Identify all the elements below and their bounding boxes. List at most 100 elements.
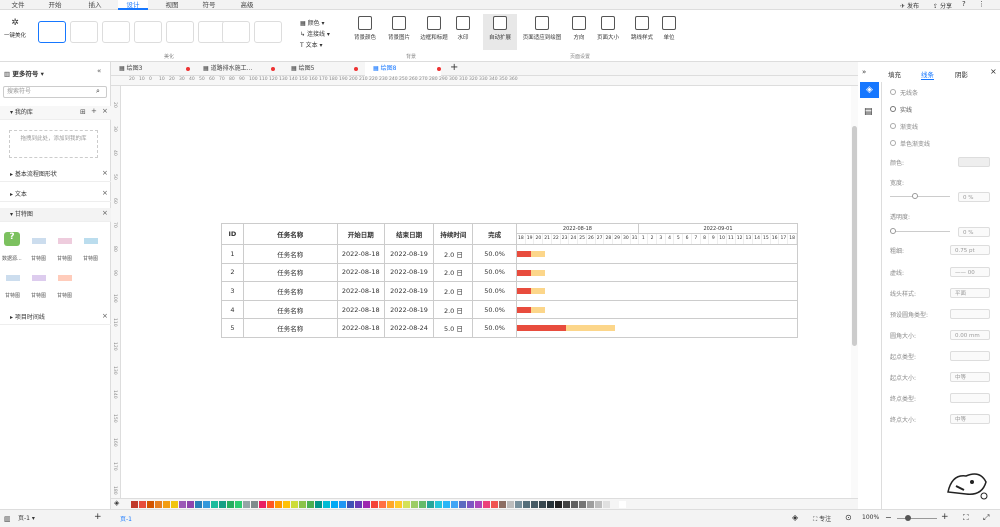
theme-4[interactable] bbox=[134, 21, 162, 43]
close-icon[interactable]: × bbox=[102, 169, 108, 177]
table-row[interactable]: 3 任务名称 2022-08-18 2022-08-19 2.0 日 50.0% bbox=[221, 281, 799, 301]
end-size-select[interactable]: 中等 bbox=[950, 414, 990, 424]
table-row[interactable]: 5 任务名称 2022-08-18 2022-08-24 5.0 日 50.0% bbox=[221, 318, 799, 338]
theme-3[interactable] bbox=[102, 21, 130, 43]
tab-fill[interactable]: 填充 bbox=[888, 69, 901, 79]
color-swatch[interactable] bbox=[427, 500, 434, 508]
color-swatch[interactable] bbox=[187, 500, 194, 508]
tab-design[interactable]: 设计 bbox=[118, 0, 148, 10]
table-row[interactable]: 4 任务名称 2022-08-18 2022-08-19 2.0 日 50.0% bbox=[221, 299, 799, 320]
color-swatch[interactable] bbox=[587, 500, 594, 508]
join-select[interactable] bbox=[950, 309, 990, 319]
color-swatch[interactable] bbox=[379, 500, 386, 508]
color-swatch[interactable] bbox=[259, 500, 266, 508]
color-swatch[interactable] bbox=[387, 500, 394, 508]
color-swatch[interactable] bbox=[267, 500, 274, 508]
connector-dropdown[interactable]: ↳ 连接线 ▾ bbox=[300, 29, 330, 38]
width-slider-handle[interactable] bbox=[912, 193, 918, 199]
focus-button[interactable]: ⛶ 专注 bbox=[813, 514, 831, 524]
start-type-select[interactable] bbox=[950, 351, 990, 361]
close-icon[interactable]: × bbox=[102, 107, 108, 115]
color-swatch[interactable] bbox=[571, 500, 578, 508]
cap-select[interactable]: 平面 bbox=[950, 288, 990, 298]
color-swatch[interactable] bbox=[531, 500, 538, 508]
color-swatch[interactable] bbox=[555, 500, 562, 508]
color-swatch[interactable] bbox=[595, 500, 602, 508]
unit-button[interactable]: 单位 bbox=[660, 16, 678, 41]
gantt-shape-1[interactable] bbox=[32, 238, 46, 244]
close-icon[interactable]: × bbox=[102, 312, 108, 320]
paint-bucket-icon[interactable]: ◈ bbox=[860, 82, 879, 98]
color-picker[interactable] bbox=[958, 157, 990, 167]
data-source-shape[interactable]: ? bbox=[4, 232, 20, 246]
color-swatch[interactable] bbox=[459, 500, 466, 508]
fill-icon[interactable]: ◈ bbox=[114, 499, 119, 507]
table-row[interactable]: 1 任务名称 2022-08-18 2022-08-19 2.0 日 50.0% bbox=[221, 244, 799, 264]
color-swatch[interactable] bbox=[467, 500, 474, 508]
theme-1[interactable] bbox=[38, 21, 66, 43]
gantt-shape-5[interactable] bbox=[32, 275, 46, 281]
opacity-slider-handle[interactable] bbox=[890, 228, 896, 234]
radius-input[interactable]: 0.00 mm bbox=[950, 330, 990, 340]
tab-file[interactable]: 文件 bbox=[4, 0, 32, 10]
color-swatch[interactable] bbox=[515, 500, 522, 508]
zoom-handle[interactable] bbox=[905, 515, 911, 521]
color-swatch[interactable] bbox=[451, 500, 458, 508]
color-swatch[interactable] bbox=[131, 500, 138, 508]
tab-line[interactable]: 线条 bbox=[921, 69, 934, 80]
drawing-canvas[interactable]: ID 任务名称 开始日期 结束日期 持续时间 完成 2022-08-18 202… bbox=[121, 86, 851, 498]
color-swatch[interactable] bbox=[339, 500, 346, 508]
gantt-section[interactable]: ▾ 甘特图 bbox=[0, 208, 111, 222]
color-swatch[interactable] bbox=[435, 500, 442, 508]
tab-insert[interactable]: 插入 bbox=[80, 0, 110, 10]
radio-gradient-line[interactable] bbox=[890, 123, 896, 129]
page-tab[interactable]: 页-1 bbox=[120, 514, 132, 523]
color-swatch[interactable] bbox=[211, 500, 218, 508]
auto-extend-button[interactable]: 自动扩展 bbox=[483, 14, 517, 50]
color-swatch[interactable] bbox=[243, 500, 250, 508]
color-swatch[interactable] bbox=[179, 500, 186, 508]
page-select[interactable]: 页-1 ▾ bbox=[18, 514, 88, 524]
color-swatch[interactable] bbox=[611, 500, 618, 508]
watermark-button[interactable]: 水印 bbox=[454, 16, 472, 41]
tab-home[interactable]: 开始 bbox=[40, 0, 70, 10]
search-icon[interactable]: ⌕ bbox=[96, 87, 100, 96]
gantt-shape-3[interactable] bbox=[84, 238, 98, 244]
doc-tab[interactable]: ▦ 绘图3 bbox=[111, 62, 191, 76]
zoom-out-icon[interactable]: − bbox=[885, 513, 892, 522]
color-swatch[interactable] bbox=[315, 500, 322, 508]
color-swatch[interactable] bbox=[403, 500, 410, 508]
color-dropdown[interactable]: ▦ 颜色 ▾ bbox=[300, 18, 325, 27]
zoom-level[interactable]: 100% bbox=[862, 514, 879, 521]
color-swatch[interactable] bbox=[499, 500, 506, 508]
width-slider[interactable] bbox=[890, 196, 950, 197]
radio-solid-line[interactable] bbox=[890, 106, 896, 112]
project-timeline-section[interactable]: ▸ 项目时间线 bbox=[0, 311, 111, 325]
drop-zone[interactable]: 拖拽到此处，添加到我的库 bbox=[9, 130, 98, 158]
gantt-bar[interactable] bbox=[516, 251, 545, 257]
color-swatch[interactable] bbox=[419, 500, 426, 508]
color-swatch[interactable] bbox=[507, 500, 514, 508]
color-swatch[interactable] bbox=[395, 500, 402, 508]
color-swatch[interactable] bbox=[483, 500, 490, 508]
new-tab-icon[interactable]: + bbox=[450, 62, 458, 73]
border-title-button[interactable]: 边框和标题 bbox=[416, 16, 452, 41]
jump-line-button[interactable]: 跳线样式 bbox=[627, 16, 657, 41]
color-swatch[interactable] bbox=[443, 500, 450, 508]
start-size-select[interactable]: 中等 bbox=[950, 372, 990, 382]
share-button[interactable]: ⇪ 分享 bbox=[933, 1, 952, 10]
theme-8[interactable] bbox=[254, 21, 282, 43]
color-swatch[interactable] bbox=[275, 500, 282, 508]
color-swatch[interactable] bbox=[203, 500, 210, 508]
color-swatch[interactable] bbox=[171, 500, 178, 508]
thickness-input[interactable]: 0.75 pt bbox=[950, 245, 990, 255]
close-icon[interactable]: × bbox=[102, 209, 108, 217]
tab-shadow[interactable]: 阴影 bbox=[955, 69, 968, 79]
gantt-shape-2[interactable] bbox=[58, 238, 72, 244]
color-swatch[interactable] bbox=[603, 500, 610, 508]
gantt-bar[interactable] bbox=[516, 325, 615, 332]
end-type-select[interactable] bbox=[950, 393, 990, 403]
theme-2[interactable] bbox=[70, 21, 98, 43]
color-swatch[interactable] bbox=[163, 500, 170, 508]
color-swatch[interactable] bbox=[563, 500, 570, 508]
